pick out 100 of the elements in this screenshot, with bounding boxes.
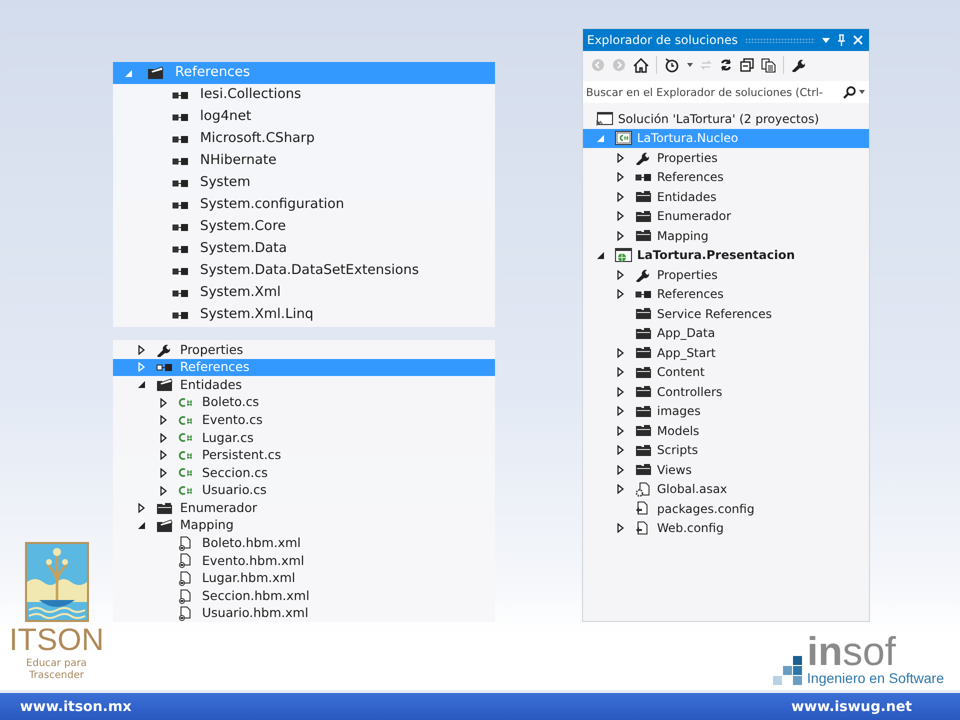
tree-item[interactable]: Entidades xyxy=(583,187,869,206)
expanded-arrow-icon[interactable] xyxy=(138,522,145,530)
collapsed-arrow-icon[interactable] xyxy=(617,270,624,280)
tree-item[interactable]: packages.config xyxy=(583,499,869,518)
tree-item[interactable]: Scripts xyxy=(583,440,869,460)
tree-item[interactable]: App_Start xyxy=(583,343,869,362)
tree-item[interactable]: Evento.hbm.xml xyxy=(113,552,495,570)
caret-icon[interactable] xyxy=(687,63,693,67)
tree-item[interactable]: App_Data xyxy=(583,324,869,343)
tree-item[interactable]: log4net xyxy=(113,106,495,128)
collapsed-arrow-icon[interactable] xyxy=(160,450,167,460)
search-field[interactable]: Buscar en el Explorador de soluciones (Ctrl- xyxy=(583,81,869,103)
tree-item[interactable]: System.Xml.Linq xyxy=(113,304,495,326)
collapsed-arrow-icon[interactable] xyxy=(617,386,624,397)
collapsed-arrow-icon[interactable] xyxy=(617,230,624,241)
tree-item[interactable]: System.configuration xyxy=(113,194,495,216)
collapsed-arrow-icon[interactable] xyxy=(617,406,624,416)
collapsed-arrow-icon[interactable] xyxy=(617,426,624,436)
tree-item[interactable]: Microsoft.CSharp xyxy=(113,128,495,150)
wrench-icon[interactable] xyxy=(791,58,805,72)
collapsed-arrow-icon[interactable] xyxy=(617,152,624,163)
tree-item[interactable]: Seccion.cs xyxy=(113,464,495,482)
tree-item[interactable]: Global.asax xyxy=(583,480,869,499)
home-icon[interactable] xyxy=(633,58,649,72)
tree-item[interactable]: Mapping xyxy=(113,516,495,535)
collapsed-arrow-icon[interactable] xyxy=(617,484,624,494)
tree-item[interactable]: Entidades xyxy=(113,376,495,394)
tree-item[interactable]: System.Data xyxy=(113,238,495,260)
search-icon[interactable] xyxy=(843,86,856,98)
collapsed-arrow-icon[interactable] xyxy=(617,445,624,456)
website-link[interactable]: www.iswug.net xyxy=(791,698,912,714)
reference-icon xyxy=(172,90,189,100)
tree-item[interactable]: References xyxy=(583,284,869,304)
close-icon[interactable] xyxy=(853,35,863,45)
tree-item[interactable]: Web.config xyxy=(583,518,869,538)
tree-item[interactable]: LaTortura.Presentacion xyxy=(583,246,869,265)
collapsed-arrow-icon[interactable] xyxy=(617,367,624,378)
expanded-arrow-icon[interactable] xyxy=(597,252,604,259)
dropdown-caret-icon[interactable] xyxy=(822,38,830,42)
tree-item[interactable]: Persistent.cs xyxy=(113,446,495,464)
tree-item[interactable]: Enumerador xyxy=(113,499,495,517)
tree-item[interactable]: Usuario.cs xyxy=(113,482,495,500)
tree-item[interactable]: Controllers xyxy=(583,382,869,402)
folder-icon xyxy=(635,190,652,204)
folder-icon xyxy=(635,366,652,379)
tree-item[interactable]: Mapping xyxy=(583,226,869,246)
tree-item[interactable]: Iesi.Collections xyxy=(113,84,495,106)
collapsed-arrow-icon[interactable] xyxy=(617,464,624,475)
pin-icon[interactable] xyxy=(837,34,846,46)
tree-item[interactable]: Properties xyxy=(113,341,495,359)
reference-icon xyxy=(172,134,189,144)
tree-item[interactable]: Properties xyxy=(583,265,869,284)
tree-item[interactable]: Enumerador xyxy=(583,206,869,226)
config-file-icon xyxy=(635,520,649,536)
refresh-icon[interactable] xyxy=(719,58,733,72)
tree-item[interactable]: System xyxy=(113,172,495,194)
collapsed-arrow-icon[interactable] xyxy=(617,192,624,202)
collapse-all-icon[interactable] xyxy=(740,58,754,72)
caret-icon[interactable] xyxy=(859,90,865,94)
xml-file-icon xyxy=(178,536,192,551)
logo-tagline: Ingeniero en Software xyxy=(807,670,944,686)
show-all-files-icon[interactable] xyxy=(761,58,776,72)
collapsed-arrow-icon[interactable] xyxy=(160,432,167,443)
collapsed-arrow-icon[interactable] xyxy=(617,523,624,534)
collapsed-arrow-icon[interactable] xyxy=(138,344,145,355)
tree-item[interactable]: Seccion.hbm.xml xyxy=(113,587,495,605)
folder-icon xyxy=(635,346,652,360)
expanded-arrow-icon[interactable] xyxy=(138,381,145,388)
tree-item[interactable]: System.Core xyxy=(113,216,495,238)
clock-icon[interactable] xyxy=(664,57,680,73)
collapsed-arrow-icon[interactable] xyxy=(160,486,167,496)
config-file-icon xyxy=(635,501,649,516)
website-link[interactable]: www.itson.mx xyxy=(20,698,132,714)
tree-item[interactable]: System.Xml xyxy=(113,282,495,304)
tree-item[interactable]: Models xyxy=(583,421,869,440)
collapsed-arrow-icon[interactable] xyxy=(160,415,167,426)
collapsed-arrow-icon[interactable] xyxy=(160,468,167,478)
tree-item[interactable]: Properties xyxy=(583,148,869,168)
collapsed-arrow-icon[interactable] xyxy=(617,289,624,300)
tree-item[interactable]: Boleto.hbm.xml xyxy=(113,534,495,552)
folder-icon xyxy=(635,444,652,457)
tree-item[interactable]: images xyxy=(583,402,869,421)
tree-item[interactable]: Evento.cs xyxy=(113,411,495,429)
collapsed-arrow-icon[interactable] xyxy=(617,172,624,182)
tree-item[interactable]: Service References xyxy=(583,304,869,324)
tree-item[interactable]: Views xyxy=(583,460,869,480)
reference-icon xyxy=(635,172,652,182)
tree-item[interactable]: Lugar.hbm.xml xyxy=(113,570,495,588)
tree-item[interactable]: Content xyxy=(583,362,869,382)
tree-item[interactable]: References xyxy=(583,168,869,187)
collapsed-arrow-icon[interactable] xyxy=(138,503,145,514)
tree-item[interactable]: Usuario.hbm.xml xyxy=(113,604,495,622)
tree-item[interactable]: System.Data.DataSetExtensions xyxy=(113,260,495,282)
tree-item[interactable]: Lugar.cs xyxy=(113,428,495,447)
tree-item[interactable]: Solución 'LaTortura' (2 proyectos) xyxy=(583,109,869,128)
collapsed-arrow-icon[interactable] xyxy=(617,348,624,358)
tree-item[interactable]: NHibernate xyxy=(113,150,495,172)
collapsed-arrow-icon[interactable] xyxy=(617,211,624,222)
tree-item[interactable]: Boleto.cs xyxy=(113,394,495,412)
collapsed-arrow-icon[interactable] xyxy=(160,398,167,408)
